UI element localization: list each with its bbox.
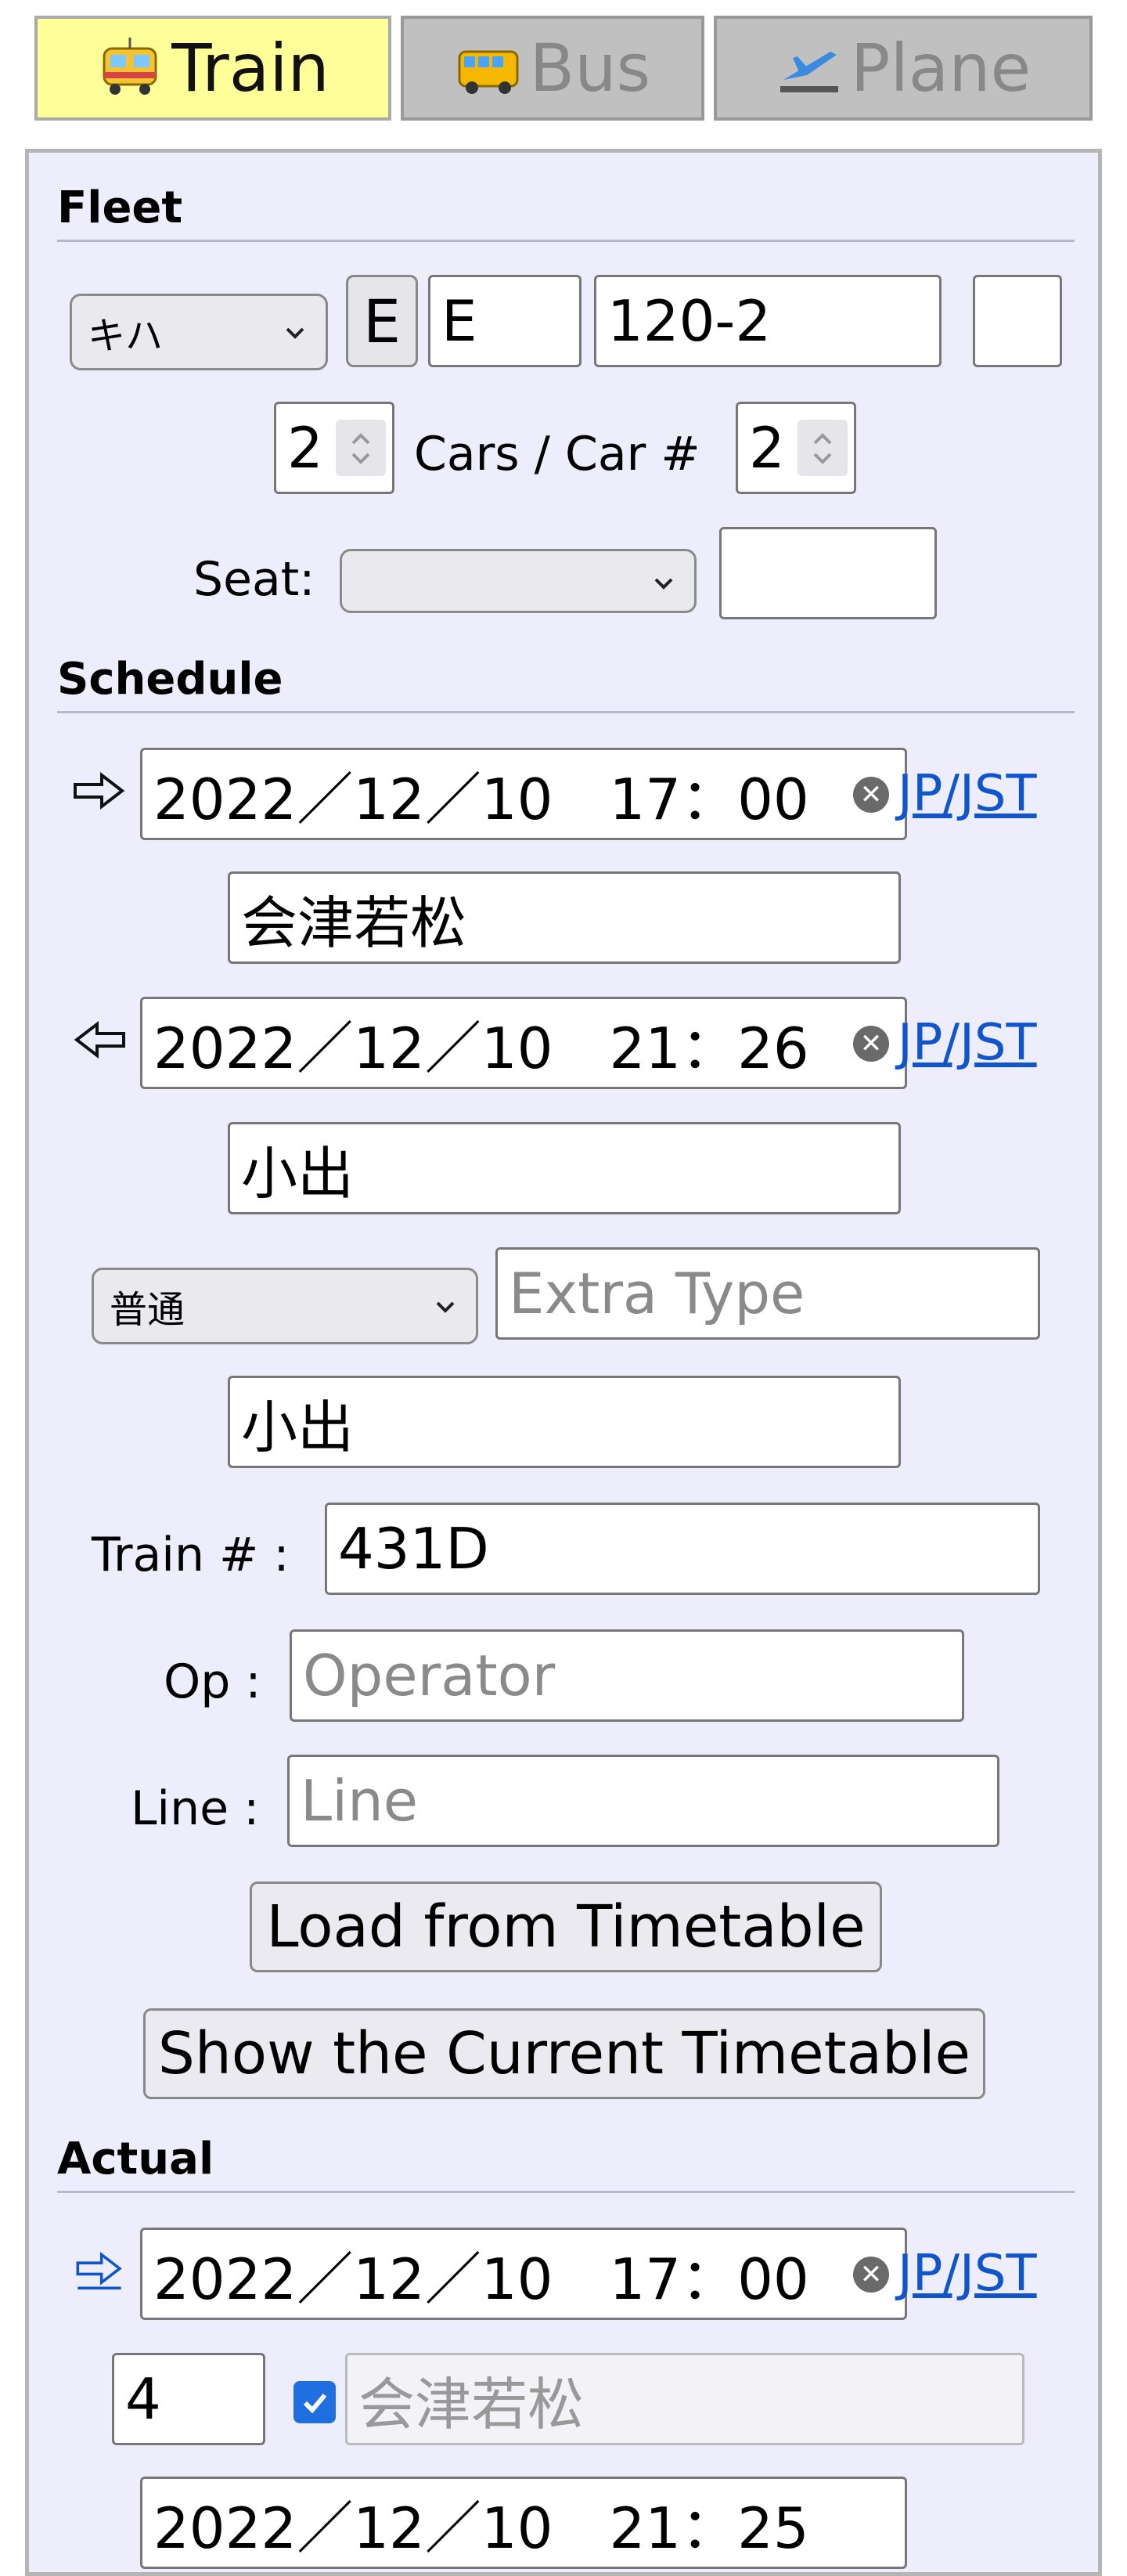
clear-icon[interactable]: ✕ <box>853 1026 889 1062</box>
tab-train-label: Train <box>171 30 329 106</box>
departure-arrow-icon <box>74 771 125 810</box>
actual-departure-datetime[interactable]: 2022／12／10 17：00 ✕ <box>140 2228 907 2320</box>
departure-timezone-link[interactable]: JP/JST <box>898 765 1037 823</box>
train-type-select[interactable]: 普通 <box>92 1268 478 1344</box>
scheduled-departure-datetime-value: 2022／12／10 17：00 <box>153 766 809 832</box>
seat-input[interactable] <box>719 527 937 619</box>
show-current-timetable-button[interactable]: Show the Current Timetable <box>143 2008 985 2099</box>
actual-arrival-datetime-value: 2022／12／10 21：25 <box>153 2495 809 2561</box>
actual-section-title: Actual <box>57 2134 1075 2193</box>
bus-icon <box>455 34 522 102</box>
clear-icon[interactable]: ✕ <box>853 2257 889 2293</box>
destination-input[interactable]: 小出 <box>228 1376 901 1468</box>
cars-count-stepper[interactable]: 2 <box>274 402 394 494</box>
line-input[interactable]: Line <box>287 1755 999 1847</box>
actual-departure-timezone-link[interactable]: JP/JST <box>898 2245 1037 2303</box>
line-label: Line : <box>131 1781 260 1836</box>
train-icon <box>96 34 164 102</box>
car-type-select-value: キハ <box>88 314 164 358</box>
actual-arrival-datetime[interactable]: 2022／12／10 21：25 <box>140 2477 907 2569</box>
scheduled-arrival-datetime-value: 2022／12／10 21：26 <box>153 1015 809 1081</box>
clear-icon[interactable]: ✕ <box>853 777 889 813</box>
operator-input[interactable]: Operator <box>290 1629 964 1722</box>
tab-train[interactable]: Train <box>34 16 391 121</box>
arrival-station-input[interactable]: 小出 <box>228 1122 901 1214</box>
car-number-stepper[interactable]: 2 <box>736 402 856 494</box>
suffix-input[interactable] <box>973 275 1062 367</box>
same-station-checkbox[interactable] <box>293 2381 336 2423</box>
prefix-input[interactable]: E <box>428 275 582 367</box>
arrival-timezone-link[interactable]: JP/JST <box>898 1014 1037 1072</box>
car-type-select[interactable]: キハ <box>70 294 328 370</box>
chevron-down-icon <box>286 327 304 339</box>
stepper-arrows-icon[interactable] <box>798 420 848 476</box>
fleet-section-title: Fleet <box>57 182 1075 242</box>
schedule-section-title: Schedule <box>57 654 1075 713</box>
load-from-timetable-button[interactable]: Load from Timetable <box>250 1881 882 1972</box>
car-number-input[interactable]: 120-2 <box>594 275 942 367</box>
checkmark-icon <box>303 2394 327 2414</box>
trip-form-panel: Fleet キハ E E 120-2 2 Cars / Car # 2 Seat… <box>25 149 1102 2576</box>
arrival-arrow-icon <box>74 1020 125 1059</box>
train-number-input[interactable]: 431D <box>325 1503 1040 1595</box>
tab-plane[interactable]: Plane <box>714 16 1093 121</box>
operator-label: Op : <box>164 1654 261 1709</box>
chevron-down-icon <box>436 1301 455 1313</box>
departure-station-input[interactable]: 会津若松 <box>228 871 901 964</box>
platform-input[interactable]: 4 <box>112 2353 265 2445</box>
seat-select[interactable] <box>340 549 697 613</box>
transport-tabs: Train Bus Plane <box>34 16 1093 122</box>
tab-bus[interactable]: Bus <box>401 16 704 121</box>
prefix-button[interactable]: E <box>346 275 418 367</box>
tab-plane-label: Plane <box>850 30 1032 106</box>
car-number-stepper-value: 2 <box>749 415 785 481</box>
train-number-label: Train # : <box>92 1528 290 1582</box>
cars-count-value: 2 <box>287 415 323 481</box>
scheduled-departure-datetime[interactable]: 2022／12／10 17：00 ✕ <box>140 748 907 840</box>
tab-bus-label: Bus <box>529 30 651 106</box>
seat-label: Seat: <box>193 552 315 607</box>
extra-type-input[interactable]: Extra Type <box>495 1247 1040 1340</box>
scheduled-arrival-datetime[interactable]: 2022／12／10 21：26 ✕ <box>140 997 907 1089</box>
plane-icon <box>776 34 843 102</box>
stepper-arrows-icon[interactable] <box>336 420 386 476</box>
actual-departure-arrow-icon[interactable] <box>72 2251 127 2290</box>
actual-departure-station-input[interactable]: 会津若松 <box>345 2353 1024 2445</box>
chevron-down-icon <box>654 578 673 590</box>
cars-label: Cars / Car # <box>414 427 700 482</box>
train-type-select-value: 普通 <box>110 1288 185 1332</box>
actual-departure-datetime-value: 2022／12／10 17：00 <box>153 2246 809 2312</box>
